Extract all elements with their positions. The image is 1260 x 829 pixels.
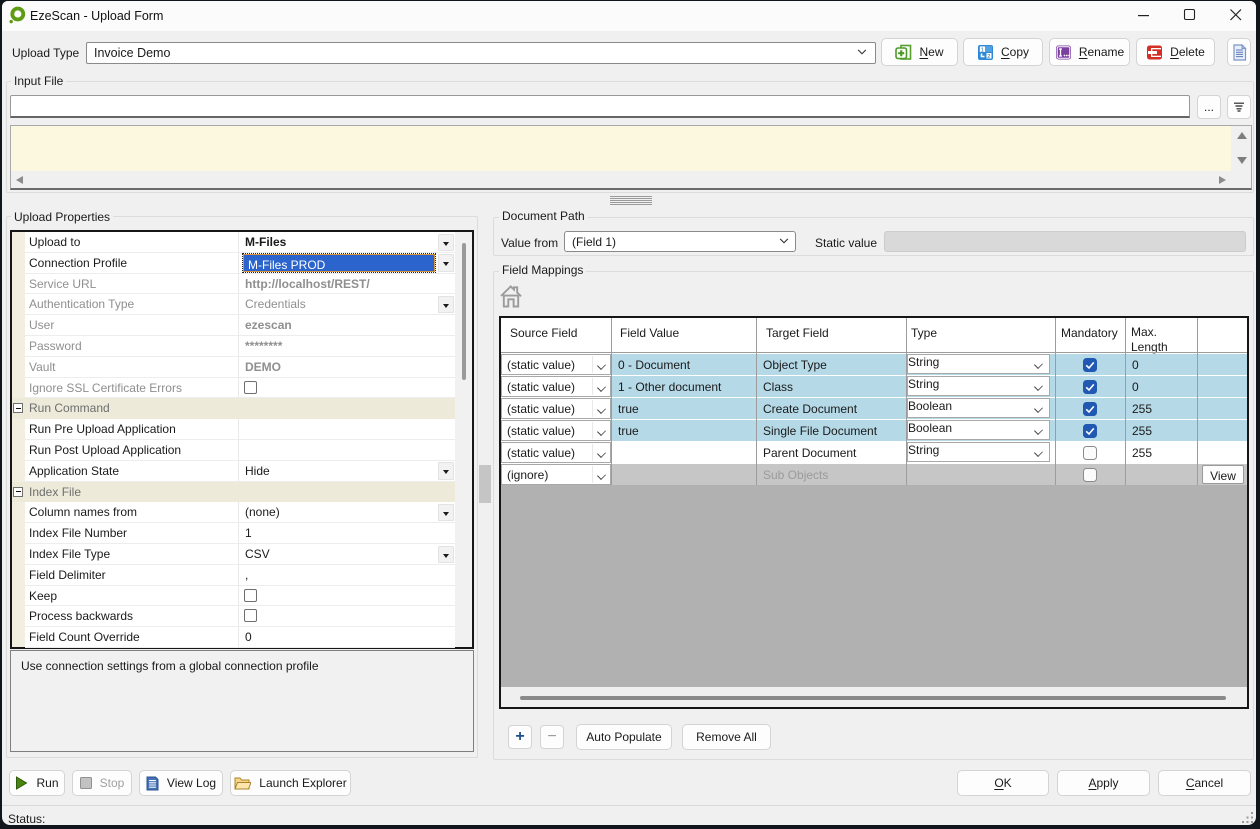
svg-text:1: 1 bbox=[981, 47, 984, 53]
svg-text:2: 2 bbox=[987, 53, 990, 59]
